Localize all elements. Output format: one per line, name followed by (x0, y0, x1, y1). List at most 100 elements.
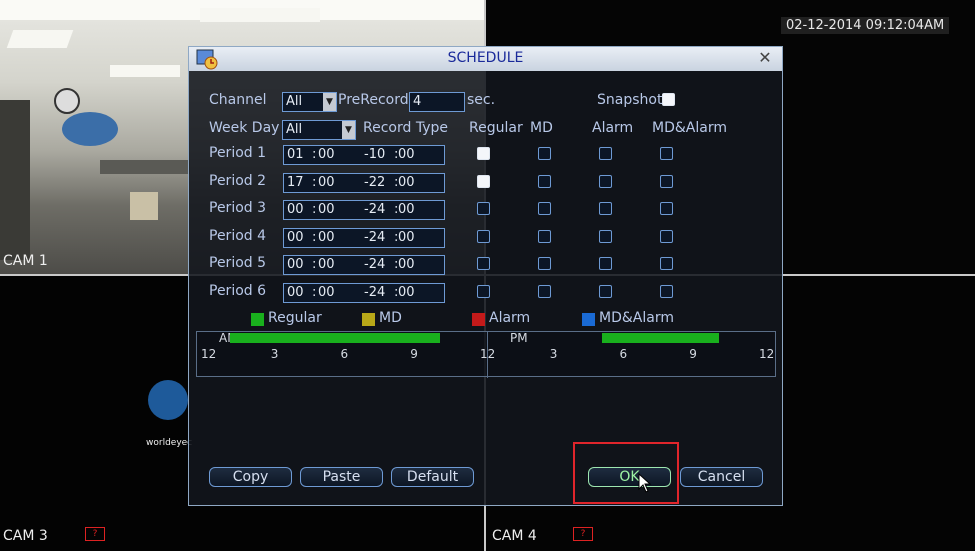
timeline-tick-label: 6 (340, 347, 349, 361)
period-6-alarm-checkbox[interactable] (599, 284, 612, 298)
period-end-h-field[interactable]: -24 (364, 201, 385, 219)
period-2-alarm-checkbox[interactable] (599, 174, 612, 188)
period-1-md-checkbox[interactable] (538, 147, 551, 160)
period-2-md-alarm-checkbox[interactable] (660, 174, 673, 188)
period-1-alarm-checkbox[interactable] (599, 147, 612, 160)
period-end-m-field[interactable]: 00 (398, 284, 415, 302)
period-time-range[interactable]: 00:00 -24:00 (283, 200, 445, 220)
period-start-h-field[interactable]: 01 (287, 146, 304, 164)
period-time-range[interactable]: 00:00 -24:00 (283, 255, 445, 275)
period-start-h-field[interactable]: 00 (287, 284, 304, 302)
period-start-m-field[interactable]: 00 (318, 174, 335, 192)
period-4-alarm-checkbox[interactable] (599, 229, 612, 243)
snapshot-label: Snapshot (597, 92, 663, 108)
period-6-md-alarm-checkbox[interactable] (660, 284, 673, 298)
legend-swatch (582, 313, 595, 326)
ceiling-light (6, 30, 74, 48)
dialog-title: SCHEDULE (447, 50, 524, 66)
period-start-m-field[interactable]: 00 (318, 229, 335, 247)
cam4-label: CAM 4 (492, 528, 537, 544)
worldeye-logo-icon (148, 380, 188, 420)
period-2-md-checkbox[interactable] (538, 174, 551, 188)
column-md-alarm: MD&Alarm (652, 120, 727, 136)
channel-select[interactable]: All ▼ (282, 92, 337, 112)
period-start-m-field[interactable]: 00 (318, 284, 335, 302)
display-rack (0, 100, 30, 260)
time-separator: : (312, 229, 317, 245)
period-3-md-alarm-checkbox[interactable] (660, 202, 673, 215)
period-start-m-field[interactable]: 00 (318, 146, 335, 164)
period-time-range[interactable]: 00:00 -24:00 (283, 282, 445, 303)
period-6-md-checkbox[interactable] (538, 284, 551, 298)
weekday-select[interactable]: All ▼ (282, 120, 356, 140)
period-2-regular-checkbox[interactable] (477, 174, 490, 188)
timeline-tick-label: 6 (619, 347, 628, 361)
box (130, 192, 158, 220)
period-end-h-field[interactable]: -24 (364, 284, 385, 302)
timeline-tick-label: 12 (201, 347, 217, 361)
record-icon: ? (573, 527, 593, 541)
period-time-range[interactable]: 17:00 -22:00 (283, 172, 445, 193)
period-3-regular-checkbox[interactable] (477, 202, 490, 215)
period-5-md-checkbox[interactable] (538, 257, 551, 270)
period-start-m-field[interactable]: 00 (318, 256, 335, 274)
legend-label: Regular (268, 310, 322, 326)
legend-swatch (251, 313, 264, 326)
legend-label: MD&Alarm (599, 310, 674, 326)
period-end-m-field[interactable]: 00 (398, 174, 415, 192)
legend-swatch (362, 313, 375, 326)
period-4-md-checkbox[interactable] (538, 229, 551, 243)
period-end-h-field[interactable]: -10 (364, 146, 385, 164)
copy-button[interactable]: Copy (209, 467, 292, 487)
period-start-h-field[interactable]: 00 (287, 256, 304, 274)
channel-label: Channel (209, 92, 267, 108)
period-label: Period 3 (209, 200, 267, 216)
period-1-md-alarm-checkbox[interactable] (660, 147, 673, 160)
period-time-range[interactable]: 00:00 -24:00 (283, 227, 445, 248)
cam3-logo-text: worldeyec (146, 438, 193, 448)
paste-button[interactable]: Paste (300, 467, 383, 487)
period-5-md-alarm-checkbox[interactable] (660, 257, 673, 270)
time-separator: : (312, 202, 317, 217)
period-4-regular-checkbox[interactable] (477, 229, 490, 243)
period-1-regular-checkbox[interactable] (477, 147, 490, 160)
dialog-titlebar[interactable]: SCHEDULE ✕ (189, 47, 782, 71)
period-3-alarm-checkbox[interactable] (599, 202, 612, 215)
period-3-md-checkbox[interactable] (538, 202, 551, 215)
period-start-h-field[interactable]: 17 (287, 174, 304, 192)
period-end-h-field[interactable]: -22 (364, 174, 385, 192)
period-end-m-field[interactable]: 00 (398, 256, 415, 274)
close-icon[interactable]: ✕ (756, 49, 774, 67)
cam3-label: CAM 3 (3, 528, 48, 544)
display-counter (100, 160, 190, 174)
period-start-h-field[interactable]: 00 (287, 201, 304, 219)
weekday-label: Week Day (209, 120, 280, 136)
ceiling-light (110, 65, 180, 77)
period-end-h-field[interactable]: -24 (364, 256, 385, 274)
time-separator: : (312, 147, 317, 162)
snapshot-checkbox[interactable] (662, 93, 675, 106)
period-label: Period 5 (209, 255, 267, 271)
period-label: Period 4 (209, 227, 267, 244)
period-time-range[interactable]: 01:00 -10:00 (283, 145, 445, 165)
default-button[interactable]: Default (391, 467, 474, 487)
period-4-md-alarm-checkbox[interactable] (660, 229, 673, 243)
period-end-m-field[interactable]: 00 (398, 146, 415, 164)
period-5-alarm-checkbox[interactable] (599, 257, 612, 270)
period-start-m-field[interactable]: 00 (318, 201, 335, 219)
mouse-cursor-icon (638, 473, 652, 493)
schedule-timeline: AM PM 12 3 6 9 12 3 6 9 12 (196, 331, 776, 378)
column-alarm: Alarm (592, 120, 634, 136)
time-separator: : (312, 257, 317, 272)
time-separator: : (312, 284, 317, 300)
cancel-button[interactable]: Cancel (680, 467, 763, 487)
period-5-regular-checkbox[interactable] (477, 257, 490, 270)
period-end-h-field[interactable]: -24 (364, 229, 385, 247)
period-end-m-field[interactable]: 00 (398, 229, 415, 247)
ceiling-light (200, 8, 320, 22)
prerecord-input[interactable]: 4 (409, 92, 465, 112)
period-end-m-field[interactable]: 00 (398, 201, 415, 219)
period-6-regular-checkbox[interactable] (477, 284, 490, 298)
timeline-tick-label: 12 (759, 347, 775, 361)
period-start-h-field[interactable]: 00 (287, 229, 304, 247)
